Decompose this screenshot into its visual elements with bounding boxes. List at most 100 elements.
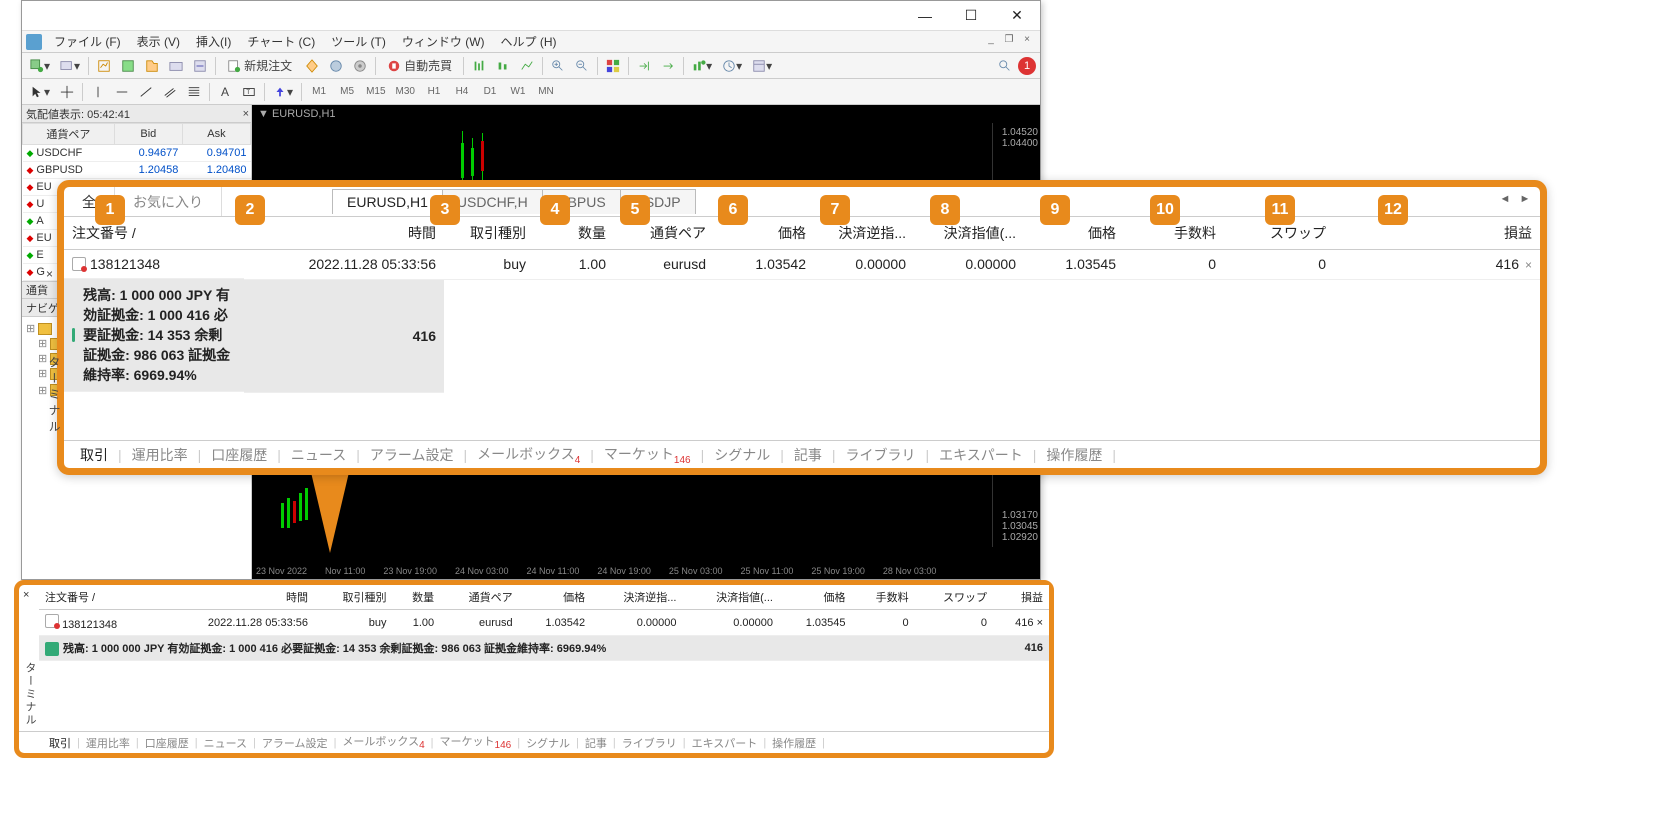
mdi-close[interactable]: × [1018, 34, 1036, 50]
menu-chart[interactable]: チャート (C) [239, 31, 323, 52]
tab-trade[interactable]: 取引 [70, 441, 118, 469]
th-profit[interactable]: 損益 [1334, 217, 1540, 250]
chart-tab-eurusd[interactable]: EURUSD,H1 [332, 189, 443, 214]
bar-chart-icon[interactable] [468, 55, 490, 77]
th-time[interactable]: 時間 [157, 585, 314, 610]
text-label-icon[interactable]: T [238, 81, 260, 103]
terminal-close-x[interactable]: × [46, 267, 53, 281]
zoom-out-icon[interactable] [571, 55, 593, 77]
mw-header-symbol[interactable]: 通貨ペア [23, 124, 115, 145]
th-tp[interactable]: 決済指値(... [682, 585, 778, 610]
data-window-icon[interactable] [117, 55, 139, 77]
tab-news[interactable]: ニュース [281, 441, 356, 469]
tab-exposure[interactable]: 運用比率 [122, 441, 198, 469]
tab-log[interactable]: 操作履歴 [1036, 441, 1112, 469]
th-sl[interactable]: 決済逆指... [591, 585, 682, 610]
new-chart-icon[interactable]: ▾ [26, 55, 54, 77]
tf-m1[interactable]: M1 [306, 81, 332, 103]
tab-library[interactable]: ライブラリ [616, 733, 683, 753]
minimize-button[interactable]: — [902, 1, 948, 31]
tf-d1[interactable]: D1 [477, 81, 503, 103]
cursor-icon[interactable]: ▾ [26, 81, 54, 103]
template-icon[interactable]: ▾ [748, 55, 776, 77]
th-commission[interactable]: 手数料 [852, 585, 915, 610]
th-type[interactable]: 取引種別 [314, 585, 392, 610]
tf-h4[interactable]: H4 [449, 81, 475, 103]
close-trade-icon[interactable]: × [1037, 617, 1043, 629]
tf-w1[interactable]: W1 [505, 81, 531, 103]
th-order[interactable]: 注文番号 / [64, 217, 244, 250]
channel-icon[interactable] [159, 81, 181, 103]
mdi-restore[interactable]: ❐ [1000, 34, 1018, 50]
vline-icon[interactable] [87, 81, 109, 103]
trade-row[interactable]: 138121348 2022.11.28 05:33:56 buy 1.00 e… [39, 610, 1049, 636]
tabs-scroll-right[interactable]: ► [1516, 193, 1534, 211]
tab-alert[interactable]: アラーム設定 [256, 733, 334, 753]
chart-shift-icon[interactable] [657, 55, 679, 77]
close-trade-icon[interactable]: × [1519, 258, 1532, 272]
tabs-scroll-left[interactable]: ◄ [1496, 193, 1514, 211]
market-watch-close[interactable]: × [243, 108, 249, 120]
tab-news[interactable]: ニュース [198, 733, 253, 753]
tab-article[interactable]: 記事 [784, 441, 832, 469]
line-chart-icon[interactable] [516, 55, 538, 77]
terminal-icon[interactable] [165, 55, 187, 77]
trade-row[interactable]: 138121348 2022.11.28 05:33:56 buy 1.00 e… [64, 250, 1540, 280]
th-size[interactable]: 数量 [393, 585, 441, 610]
alert-badge[interactable]: 1 [1018, 57, 1036, 75]
autotrade-button[interactable]: 自動売買 [380, 55, 459, 77]
menu-window[interactable]: ウィンドウ (W) [394, 31, 493, 52]
th-price2[interactable]: 価格 [1024, 217, 1124, 250]
crosshair-icon[interactable] [56, 81, 78, 103]
tab-alert[interactable]: アラーム設定 [360, 441, 464, 469]
tab-log[interactable]: 操作履歴 [766, 733, 822, 753]
maximize-button[interactable]: ☐ [948, 1, 994, 31]
candle-chart-icon[interactable] [492, 55, 514, 77]
tf-mn[interactable]: MN [533, 81, 559, 103]
tab-trade[interactable]: 取引 [43, 733, 77, 753]
profiles-icon[interactable]: ▾ [56, 55, 84, 77]
tab-market[interactable]: マーケット146 [594, 440, 701, 470]
th-order[interactable]: 注文番号 / [39, 585, 157, 610]
expert-list-icon[interactable] [325, 55, 347, 77]
mw-row[interactable]: ◆USDCHF0.946770.94701 [23, 145, 251, 162]
th-swap[interactable]: スワップ [915, 585, 993, 610]
mw-header-bid[interactable]: Bid [114, 124, 182, 145]
trendline-icon[interactable] [135, 81, 157, 103]
tf-m5[interactable]: M5 [334, 81, 360, 103]
th-time[interactable]: 時間 [244, 217, 444, 250]
tf-m15[interactable]: M15 [362, 81, 389, 103]
text-icon[interactable]: A [214, 81, 236, 103]
meta-icon[interactable] [301, 55, 323, 77]
tab-signal[interactable]: シグナル [704, 441, 780, 469]
navigator-icon[interactable] [141, 55, 163, 77]
th-profit[interactable]: 損益 [993, 585, 1049, 610]
menu-file[interactable]: ファイル (F) [46, 31, 129, 52]
menu-insert[interactable]: 挿入(I) [188, 31, 239, 52]
close-button[interactable]: ✕ [994, 1, 1040, 31]
mw-header-ask[interactable]: Ask [182, 124, 250, 145]
tab-expert[interactable]: エキスパート [929, 441, 1033, 469]
periodicity-icon[interactable]: ▾ [718, 55, 746, 77]
th-price2[interactable]: 価格 [779, 585, 852, 610]
search-icon[interactable] [994, 55, 1016, 77]
tf-m30[interactable]: M30 [392, 81, 419, 103]
zoom-in-icon[interactable] [547, 55, 569, 77]
new-order-button[interactable]: 新規注文 [220, 55, 299, 77]
fibo-icon[interactable] [183, 81, 205, 103]
tab-expert[interactable]: エキスパート [686, 733, 764, 753]
arrows-icon[interactable]: ▾ [269, 81, 297, 103]
tab-signal[interactable]: シグナル [520, 733, 576, 753]
menu-help[interactable]: ヘルプ (H) [493, 31, 565, 52]
mw-row[interactable]: ◆GBPUSD1.204581.20480 [23, 162, 251, 179]
terminal-small-close[interactable]: × [23, 589, 29, 601]
th-symbol[interactable]: 通貨ペア [440, 585, 518, 610]
th-price1[interactable]: 価格 [519, 585, 592, 610]
menu-view[interactable]: 表示 (V) [129, 31, 188, 52]
tab-mailbox[interactable]: メールボックス4 [336, 731, 430, 753]
tf-h1[interactable]: H1 [421, 81, 447, 103]
options-icon[interactable] [349, 55, 371, 77]
tab-library[interactable]: ライブラリ [836, 441, 926, 469]
mdi-minimize[interactable]: _ [982, 34, 1000, 50]
indicator-add-icon[interactable]: ▾ [688, 55, 716, 77]
